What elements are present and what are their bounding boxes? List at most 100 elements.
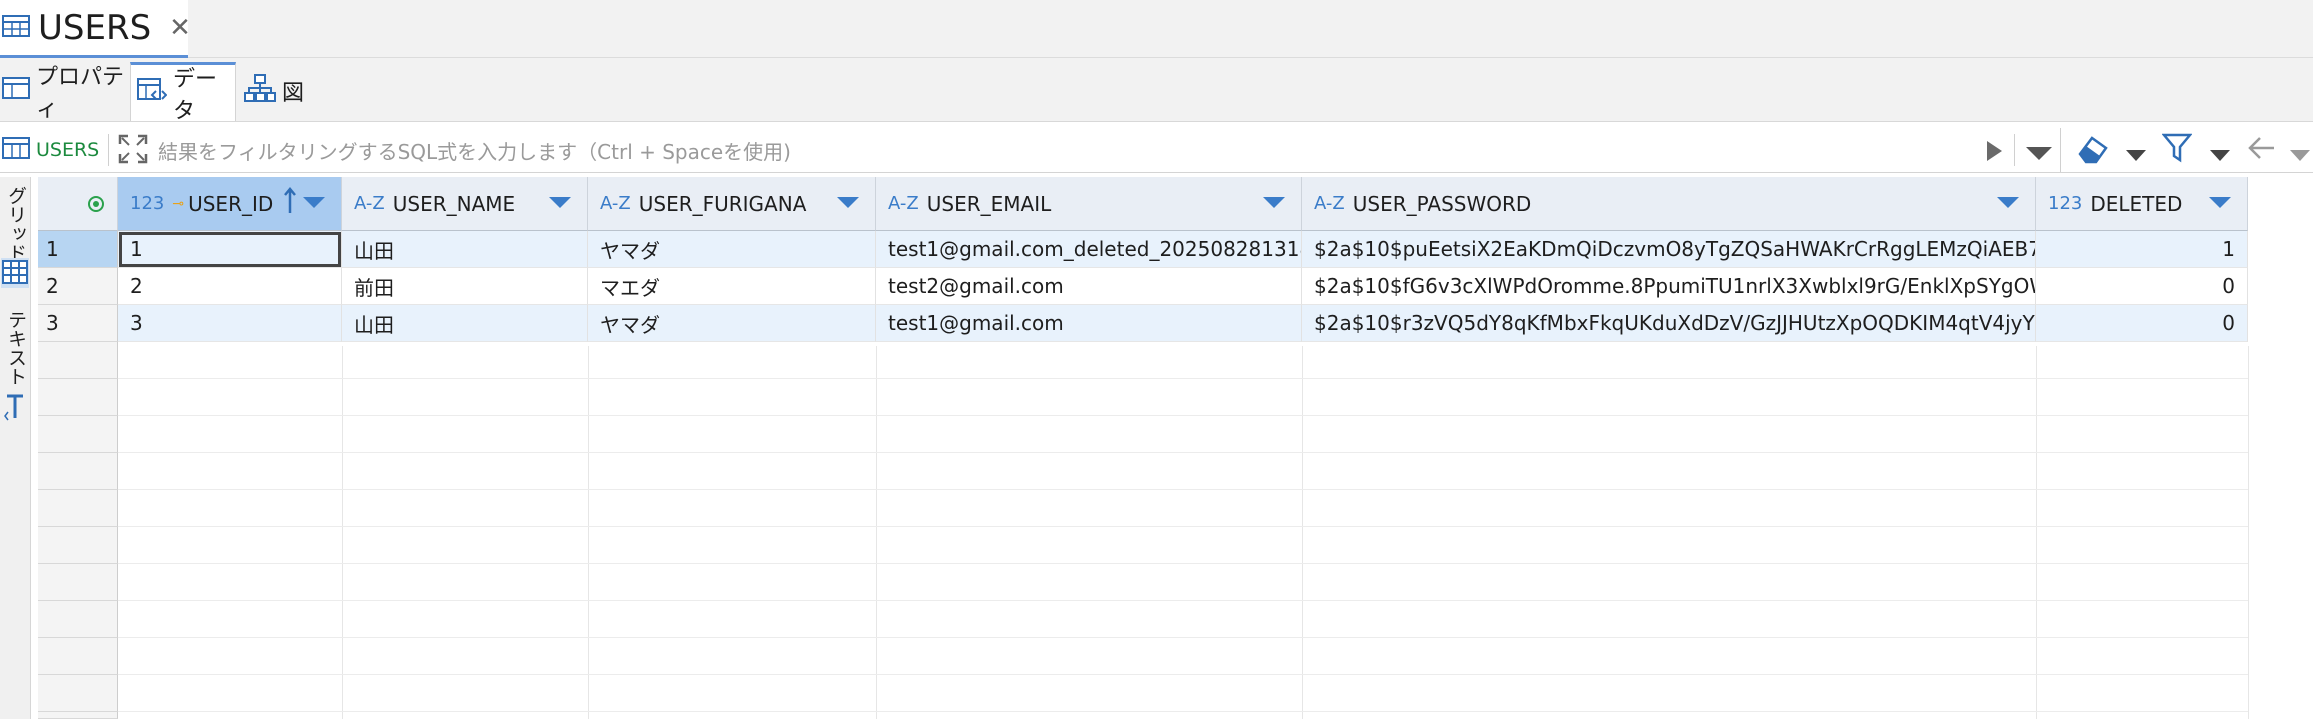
table-cell[interactable]: 1 bbox=[2036, 231, 2248, 268]
editor-tab-users[interactable]: USERS ✕ bbox=[0, 0, 191, 58]
text-view-icon[interactable] bbox=[4, 392, 26, 426]
sub-tab-bar bbox=[0, 58, 2313, 122]
divider bbox=[2060, 128, 2061, 172]
table-cell[interactable]: 1 bbox=[118, 231, 342, 268]
grid-line bbox=[876, 346, 877, 719]
empty-row-header bbox=[38, 638, 118, 675]
table-icon bbox=[2, 14, 30, 42]
grid-line bbox=[118, 452, 2248, 453]
grid-line bbox=[588, 346, 589, 719]
key-icon: ⊸ bbox=[172, 195, 185, 212]
grid-line bbox=[342, 346, 343, 719]
filter-chevron-down-icon[interactable] bbox=[2210, 146, 2230, 165]
column-filter-chevron-down-icon[interactable] bbox=[1263, 197, 1285, 208]
filter-input[interactable]: 結果をフィルタリングするSQL式を入力します（Ctrl + Spaceを使用) bbox=[158, 128, 2068, 172]
column-name: USER_PASSWORD bbox=[1352, 191, 1532, 216]
table-cell[interactable]: $2a$10$r3zVQ5dY8qKfMbxFkqUKduXdDzV/GzJJH… bbox=[1302, 305, 2036, 342]
table-cell[interactable]: 山田 bbox=[342, 231, 588, 268]
filter-placeholder: 結果をフィルタリングするSQL式を入力します（Ctrl + Spaceを使用) bbox=[158, 139, 791, 164]
table-cell[interactable]: 2 bbox=[118, 268, 342, 305]
grid-line bbox=[118, 600, 2248, 601]
column-name: USER_NAME bbox=[392, 191, 516, 216]
text-type-icon: A-Z bbox=[600, 193, 631, 214]
eraser-chevron-down-icon[interactable] bbox=[2126, 146, 2146, 165]
grid-line bbox=[2248, 346, 2249, 719]
editor-tab-bar bbox=[0, 0, 2313, 58]
grid-line bbox=[118, 674, 2248, 675]
empty-row-header bbox=[38, 416, 118, 453]
grid-line bbox=[118, 489, 2248, 490]
close-icon[interactable]: ✕ bbox=[169, 13, 191, 43]
empty-row-header bbox=[38, 601, 118, 638]
diagram-icon bbox=[244, 74, 276, 108]
column-filter-chevron-down-icon[interactable] bbox=[837, 197, 859, 208]
empty-row-header bbox=[38, 712, 118, 719]
column-name: USER_ID bbox=[188, 191, 274, 216]
column-name: USER_FURIGANA bbox=[638, 191, 807, 216]
select-all-corner[interactable] bbox=[38, 177, 118, 231]
sort-ascending-icon[interactable] bbox=[283, 187, 297, 220]
table-cell[interactable]: 山田 bbox=[342, 305, 588, 342]
tab-data[interactable]: データ bbox=[130, 62, 236, 124]
empty-row-header bbox=[38, 490, 118, 527]
table-cell[interactable]: 0 bbox=[2036, 305, 2248, 342]
tab-diagram-label: 図 bbox=[282, 81, 305, 106]
entity-name: USERS bbox=[36, 139, 100, 161]
grid-line bbox=[1302, 346, 1303, 719]
filter-icon[interactable] bbox=[2161, 132, 2193, 168]
table-cell[interactable]: 3 bbox=[118, 305, 342, 342]
record-indicator-icon bbox=[88, 196, 104, 212]
entity-label: USERS bbox=[2, 128, 99, 172]
eraser-icon[interactable] bbox=[2076, 134, 2110, 168]
back-chevron-down-icon[interactable] bbox=[2290, 146, 2310, 165]
empty-row-header bbox=[38, 379, 118, 416]
table-cell[interactable]: $2a$10$puEetsiX2EaKDmQiDczvmO8yTgZQSaHWA… bbox=[1302, 231, 2036, 268]
grid-line bbox=[2036, 346, 2037, 719]
column-filter-chevron-down-icon[interactable] bbox=[303, 197, 325, 208]
data-grid-icon bbox=[137, 77, 168, 109]
table-cell[interactable]: ヤマダ bbox=[588, 231, 876, 268]
filter-history-chevron-down-icon[interactable] bbox=[2026, 145, 2052, 164]
table-icon bbox=[2, 76, 30, 106]
tab-properties[interactable]: プロパティ bbox=[0, 62, 128, 122]
column-name: USER_EMAIL bbox=[926, 191, 1052, 216]
column-header-deleted[interactable]: 123 DELETED bbox=[2036, 177, 2248, 231]
grid-line bbox=[118, 637, 2248, 638]
row-number[interactable]: 1 bbox=[38, 231, 118, 268]
column-filter-chevron-down-icon[interactable] bbox=[1997, 197, 2019, 208]
table-icon bbox=[2, 136, 30, 164]
column-header-user-furigana[interactable]: A-Z USER_FURIGANA bbox=[588, 177, 876, 231]
column-header-user-name[interactable]: A-Z USER_NAME bbox=[342, 177, 588, 231]
table-cell[interactable]: test2@gmail.com bbox=[876, 268, 1302, 305]
table-cell[interactable]: ヤマダ bbox=[588, 305, 876, 342]
tab-diagram[interactable]: 図 bbox=[240, 62, 312, 120]
row-number[interactable]: 3 bbox=[38, 305, 118, 342]
column-filter-chevron-down-icon[interactable] bbox=[549, 197, 571, 208]
table-cell[interactable]: $2a$10$fG6v3cXlWPdOromme.8PpumiTU1nrlX3X… bbox=[1302, 268, 2036, 305]
grid-view-tab[interactable]: グリッド bbox=[3, 186, 30, 262]
numeric-type-icon: 123 bbox=[130, 193, 165, 214]
column-header-user-email[interactable]: A-Z USER_EMAIL bbox=[876, 177, 1302, 231]
tab-properties-label: プロパティ bbox=[36, 65, 125, 122]
text-view-tab[interactable]: テキスト bbox=[3, 310, 30, 386]
column-filter-chevron-down-icon[interactable] bbox=[2209, 197, 2231, 208]
back-arrow-icon[interactable] bbox=[2246, 134, 2280, 166]
expand-icon[interactable] bbox=[118, 134, 148, 168]
text-type-icon: A-Z bbox=[888, 193, 919, 214]
grid-line bbox=[118, 415, 2248, 416]
row-number[interactable]: 2 bbox=[38, 268, 118, 305]
apply-filter-icon[interactable] bbox=[1983, 138, 2005, 168]
table-cell[interactable]: test1@gmail.com_deleted_20250828131800 bbox=[876, 231, 1302, 268]
divider bbox=[2014, 134, 2015, 166]
numeric-type-icon: 123 bbox=[2048, 193, 2083, 214]
empty-row-header bbox=[38, 453, 118, 490]
column-header-user-id[interactable]: 123 ⊸ USER_ID bbox=[118, 177, 342, 231]
table-cell[interactable]: 前田 bbox=[342, 268, 588, 305]
grid-icon[interactable] bbox=[1, 258, 29, 288]
table-cell[interactable]: マエダ bbox=[588, 268, 876, 305]
empty-row-header bbox=[38, 527, 118, 564]
table-cell[interactable]: 0 bbox=[2036, 268, 2248, 305]
empty-row-header bbox=[38, 564, 118, 601]
table-cell[interactable]: test1@gmail.com bbox=[876, 305, 1302, 342]
column-header-user-password[interactable]: A-Z USER_PASSWORD bbox=[1302, 177, 2036, 231]
